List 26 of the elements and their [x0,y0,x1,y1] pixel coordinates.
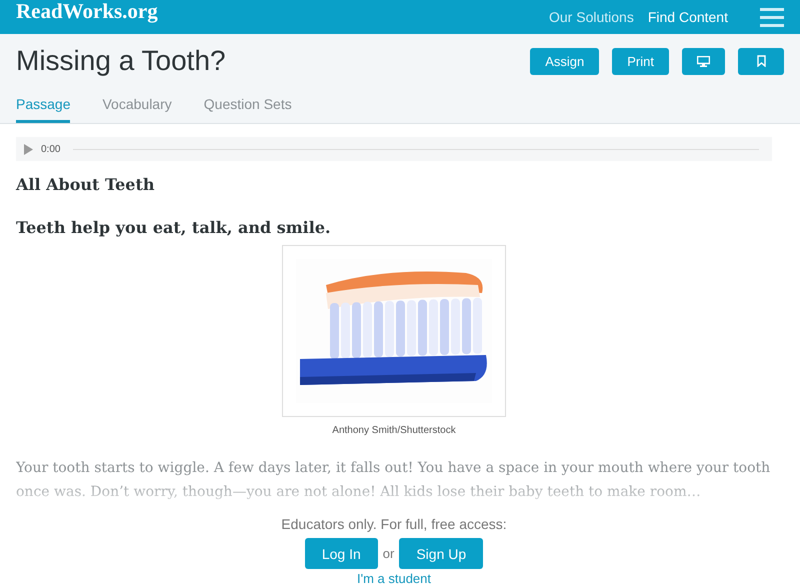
nav-link[interactable]: Find Content [648,9,728,25]
tab[interactable]: Question Sets [204,88,292,123]
monitor-icon [697,56,710,66]
student-link[interactable]: I'm a student [356,571,432,586]
or-text: or [382,546,394,561]
access-prompt: Educators only. For full, free access: [281,516,507,532]
site-logo[interactable]: ReadWorks.org [16,0,158,24]
action-button[interactable]: Assign [530,48,600,74]
bookmark-icon [756,55,766,67]
login-button[interactable]: Log In [304,538,378,569]
subheading: Teeth help you eat, talk, and smile. [16,218,332,237]
present-button[interactable] [682,48,725,74]
nav-link[interactable]: Our Solutions [549,9,634,25]
tab[interactable]: Passage [16,88,70,123]
section-heading: All About Teeth [16,175,156,194]
passage-paragraph: Your tooth starts to wiggle. A few days later, it falls out! You have a space in your mouth where your tooth once was. Don’t worry, though—you are not alone! All kids lose their baby teeth to make room… [16,459,772,502]
action-button[interactable]: Print [612,48,669,74]
audio-time: 0:00 [41,144,60,154]
menu-icon[interactable] [760,7,784,27]
play-icon[interactable] [24,144,33,154]
tab[interactable]: Vocabulary [102,88,172,123]
signup-button[interactable]: Sign Up [399,538,484,569]
bookmark-button[interactable] [738,48,784,74]
page-title: Missing a Tooth? [16,45,226,77]
image-caption: Anthony Smith/Shutterstock [332,425,456,436]
audio-player[interactable]: 0:00 [16,137,772,161]
